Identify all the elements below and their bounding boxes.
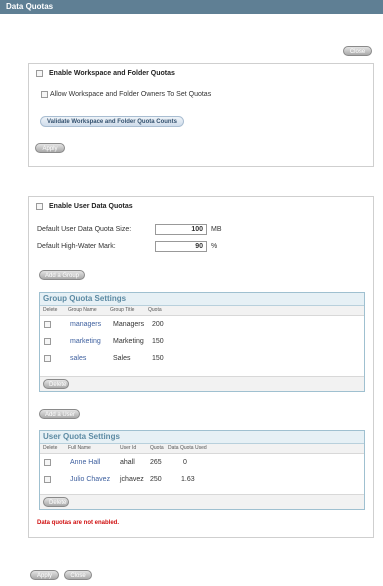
high-water-mark-input[interactable]: 90 <box>155 241 207 252</box>
workspace-quota-panel: Enable Workspace and Folder Quotas Allow… <box>28 63 374 167</box>
col-quota: Quota <box>148 307 162 313</box>
col-group-title: Group Title <box>110 307 135 313</box>
user-quota-column-headers: Delete Full Name User Id Quota Data Quot… <box>40 444 364 454</box>
user-quota: 250 <box>150 476 162 483</box>
workspace-apply-button[interactable]: Apply <box>35 143 65 153</box>
allow-owners-checkbox[interactable] <box>41 91 48 98</box>
allow-owners-label: Allow Workspace and Folder Owners To Set… <box>50 91 212 98</box>
row-delete-checkbox[interactable] <box>44 338 51 345</box>
validate-quota-counts-button[interactable]: Validate Workspace and Folder Quota Coun… <box>40 116 184 127</box>
row-delete-checkbox[interactable] <box>44 321 51 328</box>
group-quota: 150 <box>152 338 164 345</box>
group-name-link[interactable]: sales <box>70 355 86 362</box>
enable-user-quotas-checkbox[interactable] <box>36 203 43 210</box>
group-title: Managers <box>113 321 145 328</box>
group-quota-footer: Delete <box>40 376 364 391</box>
row-delete-checkbox[interactable] <box>44 476 51 483</box>
table-row: Julio Chavez jchavez 250 1.63 <box>40 472 364 487</box>
enable-workspace-quotas-label: Enable Workspace and Folder Quotas <box>49 70 175 77</box>
footer-close-button[interactable]: Close <box>64 570 92 580</box>
default-quota-size-label: Default User Data Quota Size: <box>37 226 132 233</box>
footer-apply-button[interactable]: Apply <box>30 570 59 580</box>
table-row: Anne Hall ahall 265 0 <box>40 455 364 470</box>
col-delete: Delete <box>43 307 58 313</box>
group-quota: 200 <box>152 321 164 328</box>
group-quota-table: Group Quota Settings Delete Group Name G… <box>39 292 365 392</box>
col-data-quota-used: Data Quota Used <box>168 445 207 451</box>
enable-workspace-quotas-checkbox[interactable] <box>36 70 43 77</box>
high-water-mark-label: Default High-Water Mark: <box>37 243 116 250</box>
table-row: managers Managers 200 <box>40 317 364 332</box>
user-name-link[interactable]: Julio Chavez <box>70 476 110 483</box>
user-quota: 265 <box>150 459 162 466</box>
user-quota-table: User Quota Settings Delete Full Name Use… <box>39 430 365 510</box>
user-id: jchavez <box>120 476 144 483</box>
group-name-link[interactable]: marketing <box>70 338 101 345</box>
add-user-button[interactable]: Add a User <box>39 409 80 419</box>
user-quota-panel: Enable User Data Quotas Default User Dat… <box>28 196 374 538</box>
user-quota-used: 0 <box>183 459 187 466</box>
user-delete-button[interactable]: Delete <box>43 497 69 507</box>
high-water-mark-unit: % <box>211 243 218 250</box>
col-full-name: Full Name <box>68 445 91 451</box>
group-name-link[interactable]: managers <box>70 321 101 328</box>
table-row: sales Sales 150 <box>40 351 364 366</box>
add-group-button[interactable]: Add a Group <box>39 270 85 280</box>
window-title-bar: Data Quotas <box>0 0 383 14</box>
user-quota-used: 1.63 <box>181 476 195 483</box>
user-quota-footer: Delete <box>40 494 364 509</box>
group-title: Marketing <box>113 338 144 345</box>
group-quota-header: Group Quota Settings <box>40 293 364 306</box>
user-quota-header: User Quota Settings <box>40 431 364 444</box>
table-row: marketing Marketing 150 <box>40 334 364 349</box>
error-message: Data quotas are not enabled. <box>37 520 120 526</box>
default-quota-size-input[interactable]: 100 <box>155 224 207 235</box>
col-user-id: User Id <box>120 445 137 451</box>
group-quota-title: Group Quota Settings <box>43 294 127 303</box>
col-quota: Quota <box>150 445 164 451</box>
group-delete-button[interactable]: Delete <box>43 379 69 389</box>
col-delete: Delete <box>43 445 58 451</box>
default-quota-size-unit: MB <box>211 226 222 233</box>
top-close-button[interactable]: Close <box>343 46 372 56</box>
col-group-name: Group Name <box>68 307 97 313</box>
group-quota-column-headers: Delete Group Name Group Title Quota <box>40 306 364 316</box>
user-quota-title: User Quota Settings <box>43 432 120 441</box>
user-name-link[interactable]: Anne Hall <box>70 459 100 466</box>
row-delete-checkbox[interactable] <box>44 459 51 466</box>
row-delete-checkbox[interactable] <box>44 355 51 362</box>
enable-user-quotas-label: Enable User Data Quotas <box>49 203 133 210</box>
group-title: Sales <box>113 355 131 362</box>
user-id: ahall <box>120 459 135 466</box>
window-title: Data Quotas <box>6 2 54 11</box>
group-quota: 150 <box>152 355 164 362</box>
